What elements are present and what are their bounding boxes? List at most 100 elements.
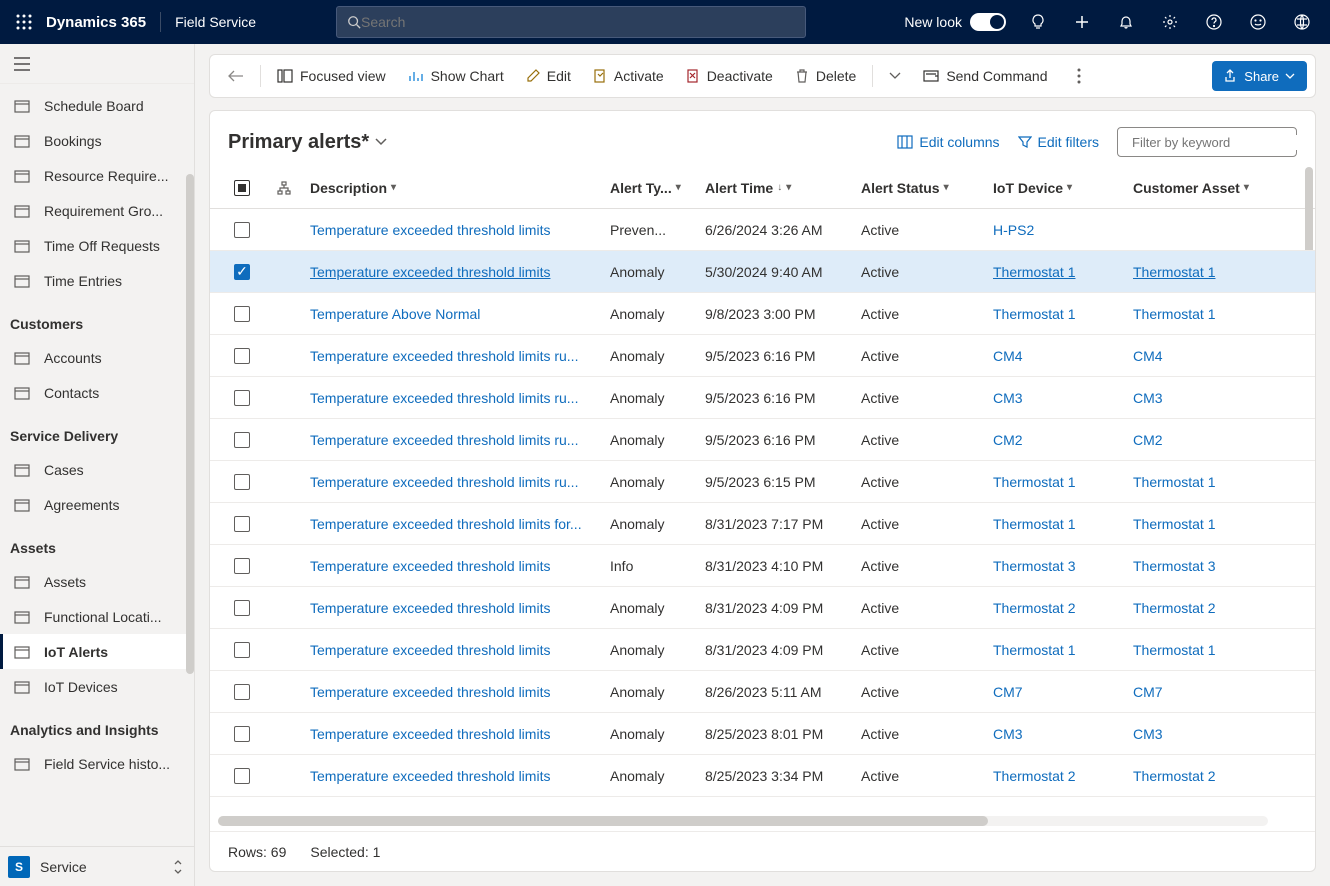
table-row[interactable]: Temperature exceeded threshold limitsInf… [210, 545, 1315, 587]
nav-item[interactable]: Bookings [0, 123, 194, 158]
row-checkbox[interactable] [234, 222, 250, 238]
share-button[interactable]: Share [1212, 61, 1307, 91]
table-row[interactable]: ✓Temperature exceeded threshold limitsAn… [210, 251, 1315, 293]
description-link[interactable]: Temperature exceeded threshold limits [310, 600, 550, 616]
show-chart-button[interactable]: Show Chart [398, 58, 514, 94]
row-checkbox[interactable] [234, 684, 250, 700]
area-switcher[interactable]: S Service [0, 846, 194, 886]
row-checkbox[interactable] [234, 516, 250, 532]
device-link[interactable]: CM3 [993, 390, 1023, 406]
row-checkbox[interactable] [234, 306, 250, 322]
description-link[interactable]: Temperature exceeded threshold limits [310, 222, 550, 238]
horizontal-scrollbar[interactable] [210, 811, 1315, 831]
asset-link[interactable]: Thermostat 1 [1133, 516, 1215, 532]
plus-icon[interactable] [1062, 0, 1102, 44]
nav-item[interactable]: Functional Locati... [0, 599, 194, 634]
asset-link[interactable]: Thermostat 1 [1133, 474, 1215, 490]
description-link[interactable]: Temperature exceeded threshold limits [310, 684, 550, 700]
asset-link[interactable]: Thermostat 1 [1133, 306, 1215, 322]
device-link[interactable]: Thermostat 3 [993, 558, 1075, 574]
nav-item[interactable]: Schedule Board [0, 88, 194, 123]
row-checkbox[interactable] [234, 600, 250, 616]
nav-item[interactable]: Requirement Gro... [0, 193, 194, 228]
device-link[interactable]: Thermostat 2 [993, 768, 1075, 784]
view-selector[interactable]: Primary alerts* [228, 131, 387, 154]
gear-icon[interactable] [1150, 0, 1190, 44]
new-look-toggle[interactable]: New look [904, 13, 1006, 31]
asset-link[interactable]: CM4 [1133, 348, 1163, 364]
nav-scrollbar[interactable] [186, 174, 194, 674]
table-row[interactable]: Temperature exceeded threshold limits ru… [210, 335, 1315, 377]
lightbulb-icon[interactable] [1018, 0, 1058, 44]
table-row[interactable]: Temperature exceeded threshold limitsAno… [210, 755, 1315, 797]
edit-filters-button[interactable]: Edit filters [1018, 134, 1099, 150]
description-link[interactable]: Temperature exceeded threshold limits [310, 642, 550, 658]
device-link[interactable]: CM7 [993, 684, 1023, 700]
col-header-time[interactable]: Alert Time↓▾ [699, 180, 855, 196]
edit-button[interactable]: Edit [516, 58, 581, 94]
global-search[interactable] [336, 6, 806, 38]
table-row[interactable]: Temperature exceeded threshold limitsAno… [210, 629, 1315, 671]
device-link[interactable]: Thermostat 1 [993, 516, 1075, 532]
table-row[interactable]: Temperature exceeded threshold limits ru… [210, 461, 1315, 503]
device-link[interactable]: Thermostat 2 [993, 600, 1075, 616]
nav-item[interactable]: IoT Alerts [0, 634, 194, 669]
table-row[interactable]: Temperature exceeded threshold limitsPre… [210, 209, 1315, 251]
nav-item[interactable]: Agreements [0, 487, 194, 522]
app-launcher-icon[interactable] [8, 6, 40, 38]
help-icon[interactable] [1194, 0, 1234, 44]
hierarchy-column[interactable] [264, 181, 304, 195]
row-checkbox[interactable] [234, 432, 250, 448]
nav-item[interactable]: Contacts [0, 375, 194, 410]
device-link[interactable]: Thermostat 1 [993, 264, 1075, 280]
col-header-type[interactable]: Alert Ty...▾ [604, 180, 699, 196]
environment-icon[interactable] [1282, 0, 1322, 44]
row-checkbox[interactable] [234, 390, 250, 406]
col-header-device[interactable]: IoT Device▾ [987, 180, 1127, 196]
smile-icon[interactable] [1238, 0, 1278, 44]
description-link[interactable]: Temperature exceeded threshold limits [310, 264, 550, 280]
keyword-input[interactable] [1132, 135, 1308, 150]
row-checkbox[interactable] [234, 726, 250, 742]
asset-link[interactable]: CM3 [1133, 726, 1163, 742]
table-row[interactable]: Temperature exceeded threshold limits fo… [210, 503, 1315, 545]
asset-link[interactable]: Thermostat 3 [1133, 558, 1215, 574]
delete-button[interactable]: Delete [785, 58, 866, 94]
description-link[interactable]: Temperature exceeded threshold limits ru… [310, 432, 578, 448]
deactivate-button[interactable]: Deactivate [676, 58, 783, 94]
asset-link[interactable]: CM2 [1133, 432, 1163, 448]
row-checkbox[interactable] [234, 558, 250, 574]
nav-item[interactable]: Time Off Requests [0, 228, 194, 263]
nav-collapse-button[interactable] [0, 44, 194, 84]
table-row[interactable]: Temperature Above NormalAnomaly9/8/2023 … [210, 293, 1315, 335]
asset-link[interactable]: Thermostat 2 [1133, 768, 1215, 784]
row-checkbox[interactable] [234, 474, 250, 490]
send-command-button[interactable]: Send Command [913, 58, 1057, 94]
nav-item[interactable]: Time Entries [0, 263, 194, 298]
device-link[interactable]: H-PS2 [993, 222, 1034, 238]
asset-link[interactable]: Thermostat 1 [1133, 642, 1215, 658]
asset-link[interactable]: Thermostat 2 [1133, 600, 1215, 616]
back-button[interactable] [218, 58, 254, 94]
bell-icon[interactable] [1106, 0, 1146, 44]
col-header-status[interactable]: Alert Status▾ [855, 180, 987, 196]
nav-item[interactable]: Assets [0, 564, 194, 599]
col-header-asset[interactable]: Customer Asset▾ [1127, 180, 1267, 196]
select-all-checkbox[interactable] [234, 180, 250, 196]
description-link[interactable]: Temperature exceeded threshold limits fo… [310, 516, 582, 532]
description-link[interactable]: Temperature Above Normal [310, 306, 480, 322]
description-link[interactable]: Temperature exceeded threshold limits ru… [310, 390, 578, 406]
row-checkbox[interactable] [234, 348, 250, 364]
edit-columns-button[interactable]: Edit columns [897, 134, 999, 150]
focused-view-button[interactable]: Focused view [267, 58, 396, 94]
toggle-switch-icon[interactable] [970, 13, 1006, 31]
nav-item[interactable]: Resource Require... [0, 158, 194, 193]
nav-item[interactable]: Field Service histo... [0, 746, 194, 781]
description-link[interactable]: Temperature exceeded threshold limits [310, 768, 550, 784]
col-header-description[interactable]: Description▾ [304, 180, 604, 196]
module-label[interactable]: Field Service [175, 14, 256, 30]
nav-item[interactable]: Accounts [0, 340, 194, 375]
table-row[interactable]: Temperature exceeded threshold limitsAno… [210, 671, 1315, 713]
device-link[interactable]: Thermostat 1 [993, 474, 1075, 490]
description-link[interactable]: Temperature exceeded threshold limits [310, 558, 550, 574]
